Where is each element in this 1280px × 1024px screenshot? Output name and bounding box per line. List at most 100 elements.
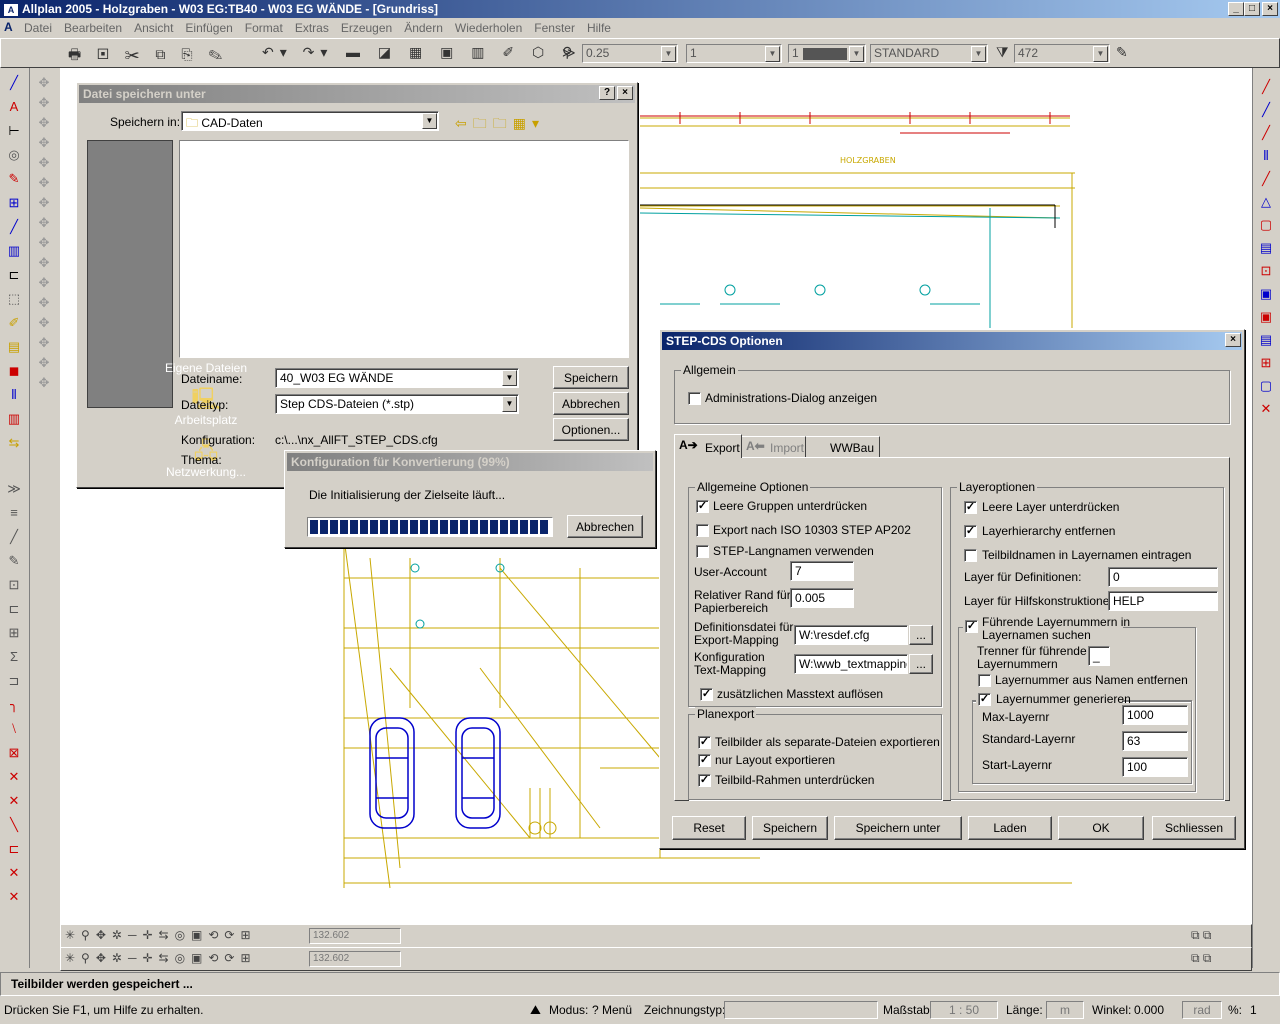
minimize-button[interactable]: _ [1228,2,1244,16]
remove-number-checkbox[interactable] [978,674,991,687]
menu-item-8[interactable]: Wiederholen [455,21,522,35]
disabled-tool-icon[interactable]: ✥ [35,354,53,372]
left-tool-icon[interactable]: ╲ [5,816,23,834]
long-names-checkbox[interactable] [696,545,709,558]
disabled-tool-icon[interactable]: ✥ [35,94,53,112]
empty-layers-checkbox[interactable]: ✓ [964,501,977,514]
left-tool-icon[interactable]: ╮ [5,696,23,714]
save-as-button[interactable]: Speichern unter [834,816,962,840]
progress-cancel-button[interactable]: Abbrechen [567,515,643,538]
left-tool-icon[interactable]: ▥ [5,410,23,428]
right-tool-icon[interactable]: ▣ [1257,285,1275,303]
left-tool-icon[interactable]: ▤ [5,338,23,356]
right-tool-icon[interactable]: ▣ [1257,308,1275,326]
menu-item-1[interactable]: Bearbeiten [64,21,122,35]
disabled-tool-icon[interactable]: ✥ [35,314,53,332]
toolbar-tool-icons[interactable]: ▬ ◪ ▦ ▣ ▥ ✐ ⬡ ⚲ [346,44,579,61]
defs-browse-button[interactable]: ... [909,625,933,645]
left-tool-icon[interactable]: ⊏ [5,840,23,858]
cancel-button[interactable]: Abbrechen [553,392,629,415]
left-tool-icon[interactable]: ╱ [5,74,23,92]
ok-button[interactable]: OK [1058,816,1144,840]
number-select[interactable]: 472 ▼ [1014,44,1110,63]
right-tool-icon[interactable]: ⊞ [1257,354,1275,372]
close-icon[interactable]: × [1225,333,1241,347]
disabled-tool-icon[interactable]: ✥ [35,274,53,292]
window-icons[interactable]: ⧉ ⧉ [1191,928,1211,943]
defs-field[interactable]: W:\resdef.cfg [794,625,908,645]
left-tool-icon[interactable]: ✕ [5,864,23,882]
right-tool-icon[interactable]: ▤ [1257,239,1275,257]
left-tool-icon[interactable]: ✕ [5,792,23,810]
iso-export-checkbox[interactable] [696,524,709,537]
filetype-select[interactable]: Step CDS-Dateien (*.stp) ▼ [275,394,519,414]
left-tool-icon[interactable]: ⊠ [5,744,23,762]
save-button[interactable]: Speichern [553,366,629,389]
length-field[interactable]: m [1046,1001,1084,1019]
scale-field[interactable]: 1 : 50 [930,1001,998,1019]
disabled-tool-icon[interactable]: ✥ [35,134,53,152]
menu-item-10[interactable]: Hilfe [587,21,611,35]
std-layer-field[interactable]: 63 [1122,731,1188,751]
left-tool-icon[interactable]: Σ [5,648,23,666]
left-tool-icon[interactable]: ≫ [5,480,23,498]
undo-redo-icons[interactable]: ↶▾ ↷▾ [262,44,333,61]
left-tool-icon[interactable]: ✕ [5,888,23,906]
right-tool-icon[interactable]: △ [1257,193,1275,211]
left-tool-icon[interactable]: ⊐ [5,672,23,690]
left-tool-icon[interactable]: ⊏ [5,266,23,284]
disabled-tool-icon[interactable]: ✥ [35,174,53,192]
disabled-tool-icon[interactable]: ✥ [35,154,53,172]
right-tool-icon[interactable]: ✕ [1257,400,1275,418]
max-layer-field[interactable]: 1000 [1122,705,1188,725]
pen-thickness-select[interactable]: 0.25 ▼ [582,44,678,63]
view-tools-icons-2[interactable]: ✳⚲✥✲─✛⇆◎▣⟲⟳⊞ [65,951,257,965]
admin-dialog-checkbox[interactable] [688,392,701,405]
filename-field[interactable]: 40_W03 EG WÄNDE ▼ [275,368,519,388]
left-tool-icon[interactable]: ⧵ [5,720,23,738]
left-tool-icon[interactable]: ✕ [5,768,23,786]
layer-select[interactable]: STANDARD ▼ [870,44,988,63]
menu-item-5[interactable]: Extras [295,21,329,35]
left-tool-icon[interactable]: ⫴ [5,386,23,404]
left-tool-icon[interactable]: ⬚ [5,290,23,308]
left-tool-icon[interactable]: ◎ [5,146,23,164]
left-tool-icon[interactable]: ≡ [5,504,23,522]
left-tool-icon[interactable]: ╱ [5,528,23,546]
save-in-select[interactable]: 🗀 CAD-Daten ▼ [181,111,439,131]
right-tool-icon[interactable]: ▢ [1257,377,1275,395]
options-button[interactable]: Optionen... [553,418,629,441]
user-account-field[interactable]: 7 [790,561,854,581]
start-layer-field[interactable]: 100 [1122,757,1188,777]
left-tool-icon[interactable]: ▥ [5,242,23,260]
menu-item-4[interactable]: Format [245,21,283,35]
left-tool-icon[interactable]: ⊢ [5,122,23,140]
right-tool-icon[interactable]: ⫴ [1257,147,1275,165]
tab-export[interactable]: A➔ Export [674,434,742,458]
frame-suppress-checkbox[interactable]: ✓ [698,774,711,787]
remove-hierarchy-checkbox[interactable]: ✓ [964,525,977,538]
right-tool-icon[interactable]: ╱ [1257,78,1275,96]
left-tool-icon[interactable]: ⊏ [5,600,23,618]
left-tool-icon[interactable]: A [5,98,23,116]
text-mapping-field[interactable]: W:\wwb_textmapping [794,654,908,674]
left-tool-icon[interactable]: ✐ [5,314,23,332]
right-tool-icon[interactable]: ╱ [1257,101,1275,119]
separator-field[interactable]: _ [1088,646,1110,666]
layer-help-field[interactable]: HELP [1108,591,1218,611]
disabled-tool-icon[interactable]: ✥ [35,294,53,312]
drawtype-field[interactable] [724,1001,878,1019]
right-tool-icon[interactable]: ╱ [1257,170,1275,188]
close-button[interactable]: Schliessen [1152,816,1236,840]
empty-groups-checkbox[interactable]: ✓ [696,500,709,513]
right-tool-icon[interactable]: ▢ [1257,216,1275,234]
left-tool-icon[interactable]: ╱ [5,218,23,236]
step-save-button[interactable]: Speichern [752,816,828,840]
left-tool-icon[interactable]: ⊞ [5,194,23,212]
disabled-tool-icon[interactable]: ✥ [35,74,53,92]
left-tool-icon[interactable]: ⇆ [5,434,23,452]
menu-item-6[interactable]: Erzeugen [341,21,392,35]
left-tool-icon[interactable]: ✎ [5,552,23,570]
left-tool-icon[interactable]: ✎ [5,170,23,188]
disabled-tool-icon[interactable]: ✥ [35,334,53,352]
